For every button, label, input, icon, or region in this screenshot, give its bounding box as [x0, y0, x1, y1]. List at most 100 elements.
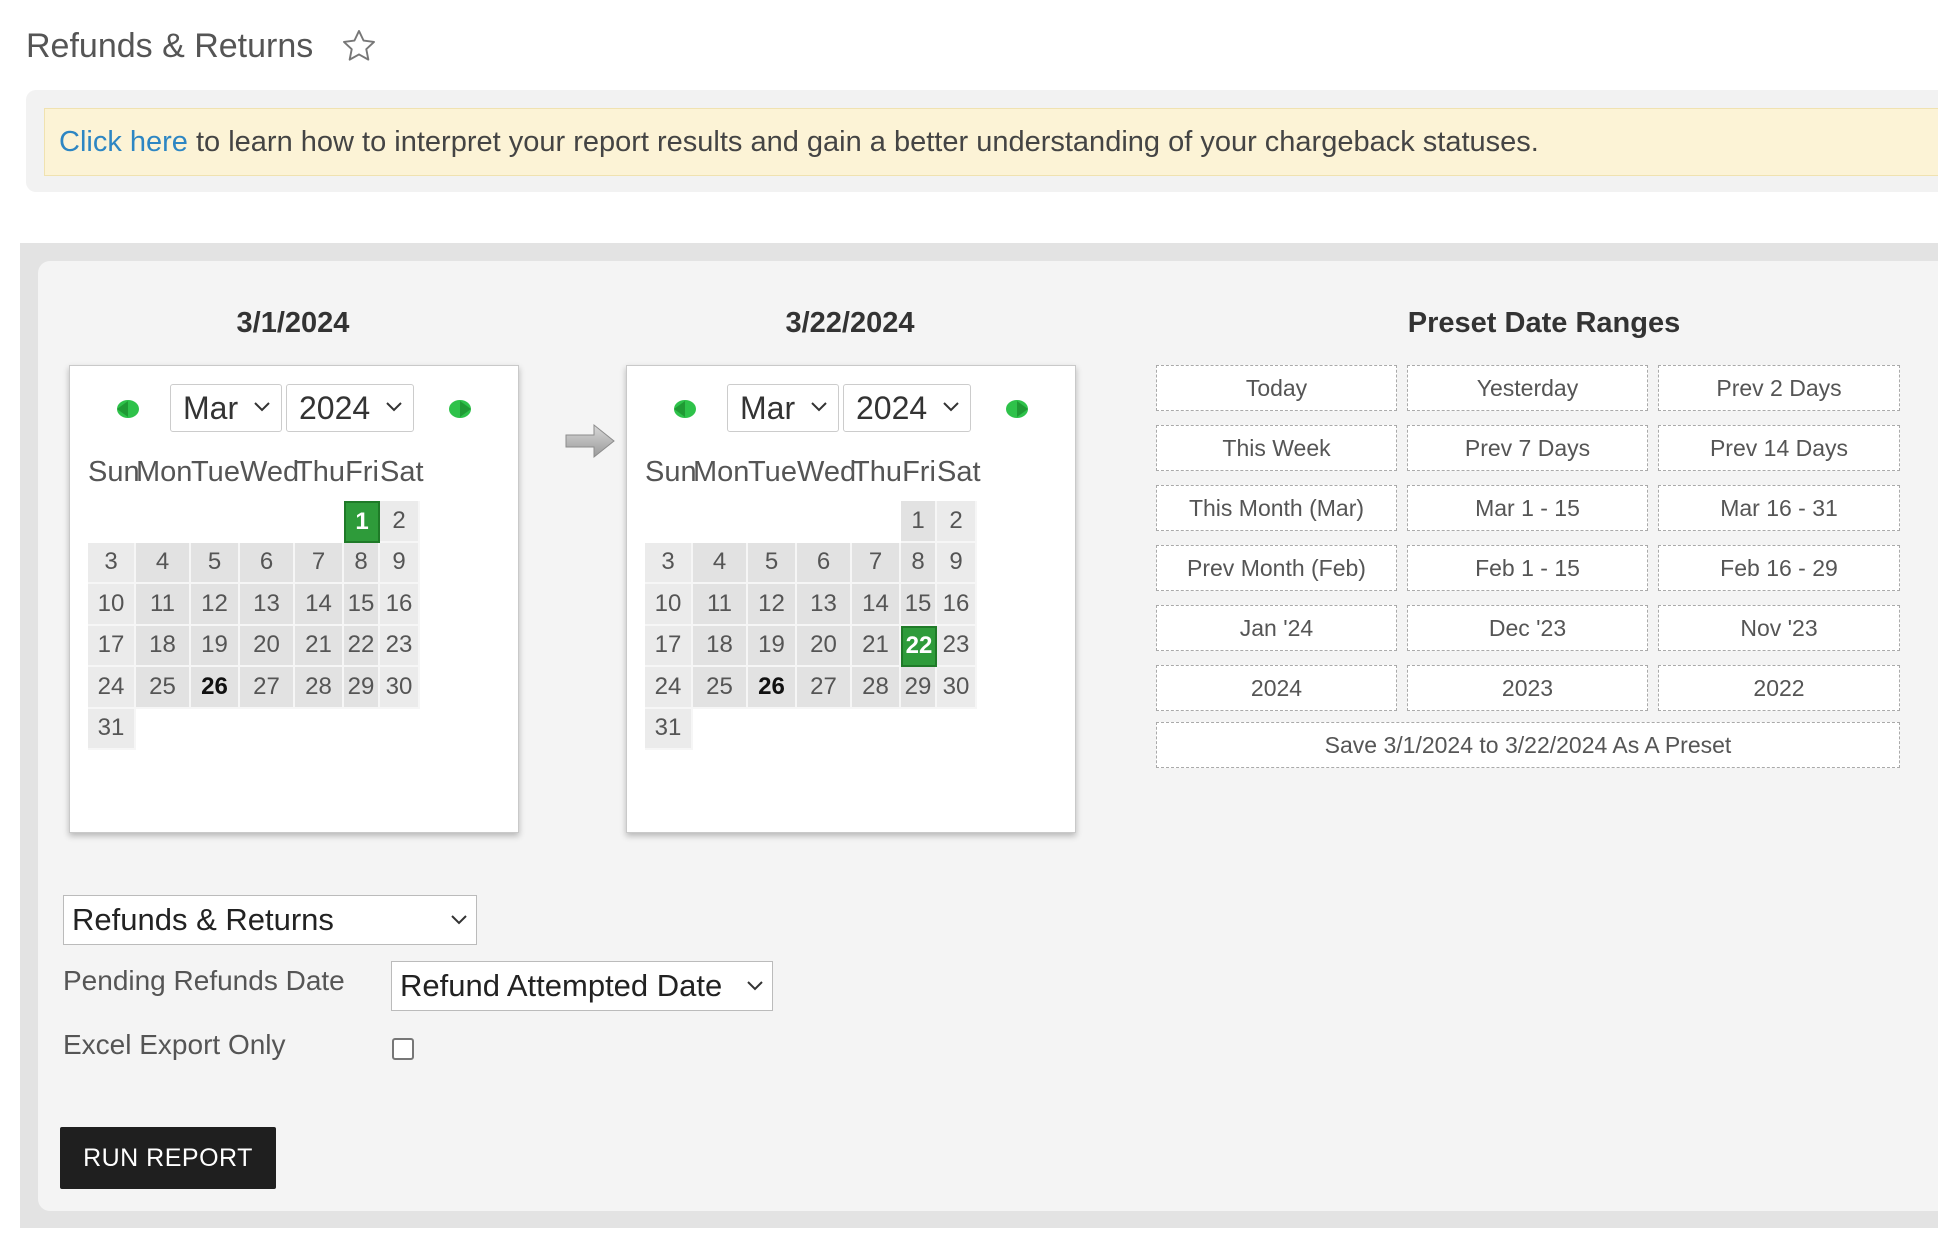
calendar-day[interactable]: 1: [344, 501, 380, 543]
calendar-day[interactable]: 15: [901, 584, 937, 626]
calendar-day[interactable]: 10: [88, 584, 136, 626]
calendar-day[interactable]: 13: [240, 584, 295, 626]
calendar-day[interactable]: 4: [136, 542, 191, 584]
calendar-day[interactable]: 15: [344, 584, 380, 626]
calendar-day[interactable]: 20: [240, 625, 295, 667]
calendar-day[interactable]: 13: [797, 584, 852, 626]
calendar-day[interactable]: 10: [645, 584, 693, 626]
calendar-day[interactable]: 20: [797, 625, 852, 667]
calendar-day[interactable]: 5: [191, 542, 240, 584]
preset-range-button[interactable]: Feb 16 - 29: [1658, 545, 1900, 591]
preset-range-button[interactable]: Prev 14 Days: [1658, 425, 1900, 471]
preset-range-button[interactable]: Mar 1 - 15: [1407, 485, 1648, 531]
calendar-day[interactable]: 11: [693, 584, 748, 626]
calendar-day[interactable]: 23: [380, 625, 420, 667]
calendar-day[interactable]: 28: [295, 667, 344, 709]
calendar-day[interactable]: 9: [937, 542, 977, 584]
calendar-day[interactable]: 2: [937, 501, 977, 543]
calendar-day[interactable]: 31: [88, 708, 136, 750]
calendar-day[interactable]: 7: [852, 542, 901, 584]
calendar-day[interactable]: 17: [88, 625, 136, 667]
calendar-day[interactable]: 2: [380, 501, 420, 543]
calendar-day[interactable]: 27: [240, 667, 295, 709]
preset-range-button[interactable]: Prev Month (Feb): [1156, 545, 1397, 591]
end-calendar: Mar 2024 Sun Mon Tue Wed Thu Fri Sat 123456789…: [626, 365, 1076, 833]
calendar-day[interactable]: 6: [240, 542, 295, 584]
preset-range-button[interactable]: 2023: [1407, 665, 1648, 711]
preset-range-button[interactable]: Feb 1 - 15: [1407, 545, 1648, 591]
calendar-day[interactable]: 14: [852, 584, 901, 626]
month-select[interactable]: Mar: [727, 384, 839, 432]
calendar-day[interactable]: 28: [852, 667, 901, 709]
calendar-day[interactable]: 14: [295, 584, 344, 626]
next-month-icon[interactable]: [1005, 398, 1031, 420]
preset-range-button[interactable]: Nov '23: [1658, 605, 1900, 651]
preset-range-button[interactable]: Today: [1156, 365, 1397, 411]
calendar-day[interactable]: 18: [693, 625, 748, 667]
pending-refunds-label: Pending Refunds Date: [63, 965, 345, 996]
preset-range-button[interactable]: Prev 2 Days: [1658, 365, 1900, 411]
save-preset-button[interactable]: Save 3/1/2024 to 3/22/2024 As A Preset: [1156, 722, 1900, 768]
preset-range-button[interactable]: This Month (Mar): [1156, 485, 1397, 531]
calendar-day[interactable]: 4: [693, 542, 748, 584]
calendar-day[interactable]: 25: [136, 667, 191, 709]
prev-month-icon[interactable]: [671, 398, 697, 420]
calendar-day[interactable]: 24: [645, 667, 693, 709]
calendar-day[interactable]: 23: [937, 625, 977, 667]
calendar-day[interactable]: 1: [901, 501, 937, 543]
calendar-day[interactable]: 19: [191, 625, 240, 667]
calendar-day[interactable]: 27: [797, 667, 852, 709]
calendar-day[interactable]: 11: [136, 584, 191, 626]
preset-range-button[interactable]: Prev 7 Days: [1407, 425, 1648, 471]
calendar-day[interactable]: 9: [380, 542, 420, 584]
chevron-down-icon: [811, 402, 827, 412]
month-select[interactable]: Mar: [170, 384, 282, 432]
calendar-day[interactable]: 30: [937, 667, 977, 709]
calendar-day[interactable]: 6: [797, 542, 852, 584]
calendar-day[interactable]: 19: [748, 625, 797, 667]
calendar-day[interactable]: 12: [748, 584, 797, 626]
calendar-day[interactable]: 26: [748, 667, 797, 709]
calendar-day[interactable]: 22: [344, 625, 380, 667]
calendar-day[interactable]: 8: [344, 542, 380, 584]
calendar-day[interactable]: 29: [344, 667, 380, 709]
year-select[interactable]: 2024: [843, 384, 971, 432]
calendar-day[interactable]: 17: [645, 625, 693, 667]
calendar-day[interactable]: 12: [191, 584, 240, 626]
calendar-day[interactable]: 5: [748, 542, 797, 584]
calendar-day[interactable]: 3: [645, 542, 693, 584]
calendar-day[interactable]: 8: [901, 542, 937, 584]
calendar-day[interactable]: 26: [191, 667, 240, 709]
calendar-day[interactable]: 3: [88, 542, 136, 584]
calendar-day[interactable]: 25: [693, 667, 748, 709]
preset-range-button[interactable]: 2024: [1156, 665, 1397, 711]
pending-refunds-select[interactable]: Refund Attempted Date: [391, 961, 773, 1011]
preset-range-button[interactable]: 2022: [1658, 665, 1900, 711]
calendar-day[interactable]: 16: [380, 584, 420, 626]
calendar-day[interactable]: 31: [645, 708, 693, 750]
notice-link[interactable]: Click here: [59, 126, 188, 159]
preset-range-button[interactable]: Mar 16 - 31: [1658, 485, 1900, 531]
preset-range-button[interactable]: This Week: [1156, 425, 1397, 471]
run-report-button[interactable]: RUN REPORT: [60, 1127, 276, 1189]
calendar-day[interactable]: 22: [901, 625, 937, 667]
preset-range-button[interactable]: Jan '24: [1156, 605, 1397, 651]
excel-export-checkbox[interactable]: [392, 1038, 414, 1060]
calendar-day[interactable]: 7: [295, 542, 344, 584]
next-month-icon[interactable]: [448, 398, 474, 420]
report-type-select[interactable]: Refunds & Returns: [63, 895, 477, 945]
calendar-day[interactable]: 21: [852, 625, 901, 667]
preset-range-button[interactable]: Dec '23: [1407, 605, 1648, 651]
preset-range-button[interactable]: Yesterday: [1407, 365, 1648, 411]
weekday-label: Sun: [645, 456, 697, 488]
calendar-day[interactable]: 30: [380, 667, 420, 709]
calendar-day[interactable]: 16: [937, 584, 977, 626]
calendar-day[interactable]: 18: [136, 625, 191, 667]
calendar-day[interactable]: 29: [901, 667, 937, 709]
calendar-day[interactable]: 21: [295, 625, 344, 667]
star-icon[interactable]: [339, 26, 379, 66]
year-select[interactable]: 2024: [286, 384, 414, 432]
weekday-label: Fri: [902, 456, 936, 488]
prev-month-icon[interactable]: [114, 398, 140, 420]
calendar-day[interactable]: 24: [88, 667, 136, 709]
